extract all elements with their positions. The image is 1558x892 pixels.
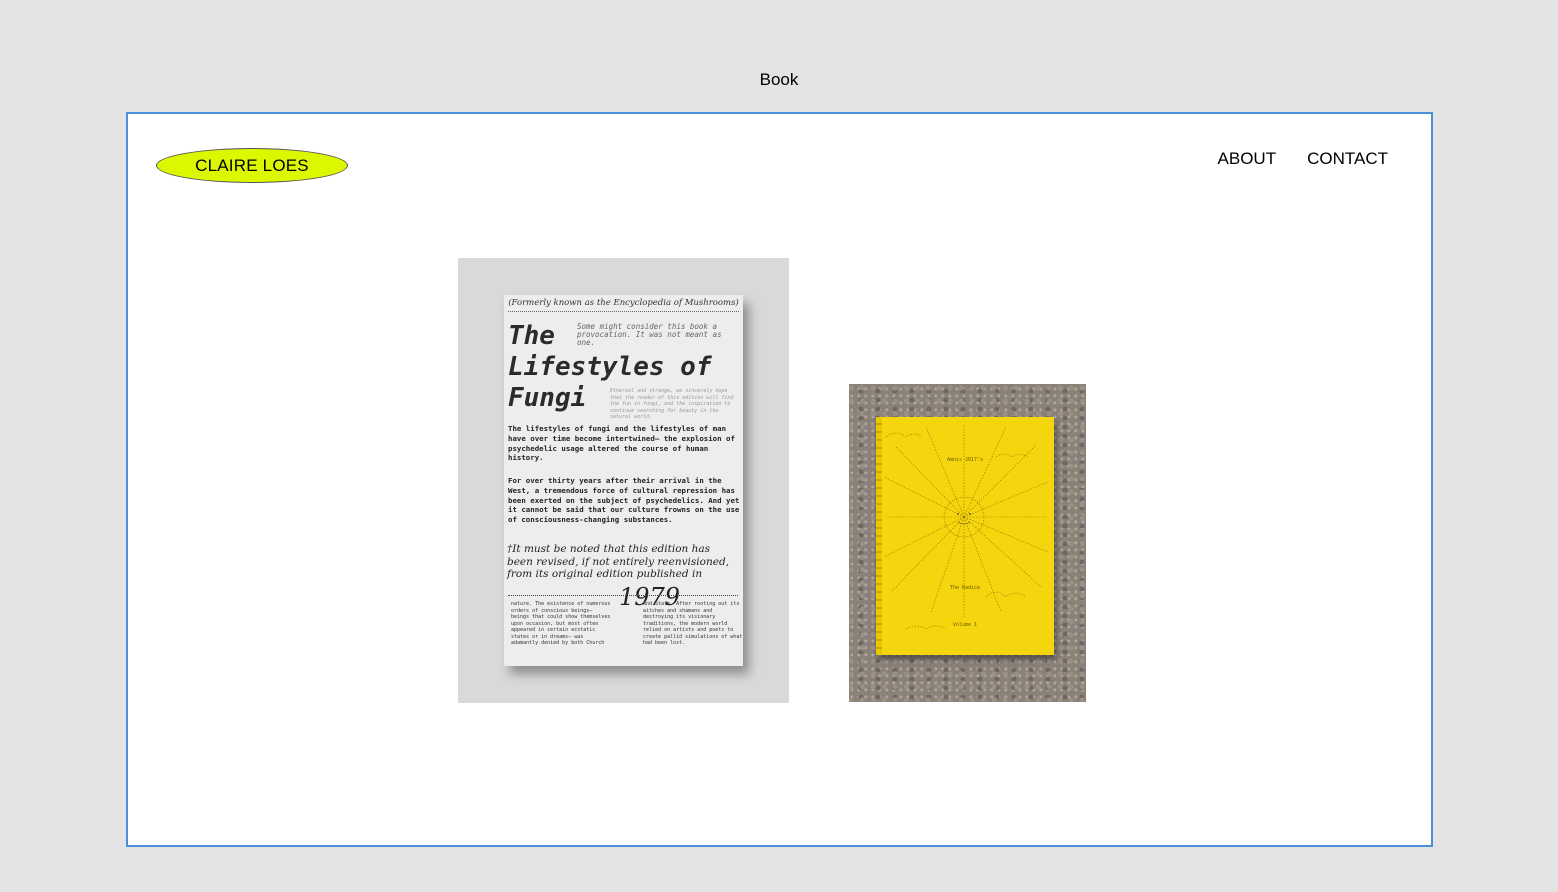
cover-column-left: nature. The existence of numerous orders…	[511, 601, 611, 646]
cover-divider	[508, 595, 738, 596]
book-card-fungi[interactable]: (Formerly known as the Encyclopedia of M…	[458, 258, 789, 703]
cover-italic-note: †It must be noted that this edition has …	[507, 543, 730, 580]
main-nav: ABOUT CONTACT	[1218, 149, 1388, 169]
cover-middle-text: The Radice	[949, 585, 981, 591]
cover-paragraph-2: For over thirty years after their arriva…	[508, 476, 740, 525]
site-logo[interactable]: CLAIRE LOES	[156, 148, 348, 183]
cover-paragraph-1: The lifestyles of fungi and the lifestyl…	[508, 424, 735, 463]
frame-label: Book	[759, 70, 799, 89]
book-card-yellow[interactable]: Amnis 2017's The Radice Volume 1	[849, 384, 1086, 702]
website-frame: CLAIRE LOES ABOUT CONTACT (Formerly know…	[126, 112, 1433, 847]
book-cover-yellow: Amnis 2017's The Radice Volume 1	[876, 417, 1054, 655]
sun-illustration-icon	[883, 425, 1049, 630]
book-cover-fungi: (Formerly known as the Encyclopedia of M…	[504, 295, 743, 666]
cover-top-line: (Formerly known as the Encyclopedia of M…	[508, 298, 739, 312]
nav-about-link[interactable]: ABOUT	[1218, 149, 1277, 169]
cover-bottom-text: Volume 1	[952, 622, 978, 628]
cover-top-text: Amnis 2017's	[946, 457, 984, 463]
cover-note: Some might consider this book a provocat…	[577, 322, 722, 347]
cover-small-note: Ethereal and strange, we sincerely hope …	[610, 388, 734, 420]
cover-column-right: and State. After rooting out its witches…	[643, 601, 743, 646]
nav-contact-link[interactable]: CONTACT	[1307, 149, 1388, 169]
